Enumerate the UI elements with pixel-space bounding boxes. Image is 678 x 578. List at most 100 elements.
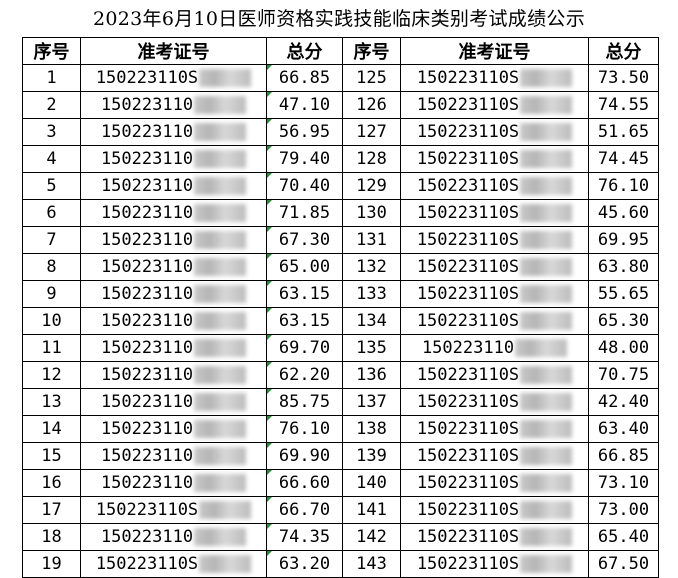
- cell-seq[interactable]: 14: [22, 415, 81, 443]
- cell-exam-id[interactable]: 150223110: [80, 280, 267, 308]
- cell-seq[interactable]: 15: [22, 442, 81, 470]
- cell-exam-id-2[interactable]: 150223110S: [400, 172, 589, 200]
- cell-seq-2[interactable]: 130: [342, 199, 401, 227]
- cell-score[interactable]: 56.95: [266, 118, 343, 146]
- cell-score[interactable]: 66.85: [266, 64, 343, 92]
- cell-seq[interactable]: 7: [22, 226, 81, 254]
- cell-exam-id-2[interactable]: 150223110S: [400, 253, 589, 281]
- cell-seq-2[interactable]: 135: [342, 334, 401, 362]
- cell-score-2[interactable]: 70.75: [588, 361, 659, 389]
- cell-seq-2[interactable]: 133: [342, 280, 401, 308]
- cell-score[interactable]: 70.40: [266, 172, 343, 200]
- cell-exam-id[interactable]: 150223110: [80, 361, 267, 389]
- cell-exam-id[interactable]: 150223110: [80, 145, 267, 173]
- cell-exam-id[interactable]: 150223110S: [80, 496, 267, 524]
- cell-score-2[interactable]: 42.40: [588, 388, 659, 416]
- cell-score[interactable]: 63.15: [266, 307, 343, 335]
- cell-exam-id-2[interactable]: 150223110S: [400, 550, 589, 578]
- cell-seq[interactable]: 17: [22, 496, 81, 524]
- cell-seq-2[interactable]: 132: [342, 253, 401, 281]
- cell-exam-id[interactable]: 150223110S: [80, 550, 267, 578]
- cell-seq-2[interactable]: 143: [342, 550, 401, 578]
- cell-exam-id-2[interactable]: 150223110S: [400, 145, 589, 173]
- cell-seq[interactable]: 16: [22, 469, 81, 497]
- cell-exam-id-2[interactable]: 150223110S: [400, 415, 589, 443]
- cell-seq-2[interactable]: 126: [342, 91, 401, 119]
- cell-seq-2[interactable]: 127: [342, 118, 401, 146]
- cell-score-2[interactable]: 63.80: [588, 253, 659, 281]
- cell-exam-id[interactable]: 150223110: [80, 442, 267, 470]
- cell-seq-2[interactable]: 142: [342, 523, 401, 551]
- cell-score-2[interactable]: 69.95: [588, 226, 659, 254]
- header-seq[interactable]: 序号: [22, 37, 81, 65]
- cell-exam-id[interactable]: 150223110: [80, 91, 267, 119]
- header-total-score[interactable]: 总分: [266, 37, 343, 65]
- cell-seq-2[interactable]: 136: [342, 361, 401, 389]
- cell-seq[interactable]: 19: [22, 550, 81, 578]
- cell-exam-id[interactable]: 150223110: [80, 469, 267, 497]
- cell-exam-id-2[interactable]: 150223110S: [400, 199, 589, 227]
- cell-seq[interactable]: 12: [22, 361, 81, 389]
- cell-exam-id[interactable]: 150223110: [80, 388, 267, 416]
- cell-seq-2[interactable]: 139: [342, 442, 401, 470]
- cell-exam-id-2[interactable]: 150223110S: [400, 388, 589, 416]
- cell-exam-id[interactable]: 150223110S: [80, 64, 267, 92]
- cell-score[interactable]: 69.70: [266, 334, 343, 362]
- cell-score-2[interactable]: 74.45: [588, 145, 659, 173]
- cell-seq[interactable]: 8: [22, 253, 81, 281]
- cell-score-2[interactable]: 65.40: [588, 523, 659, 551]
- cell-score-2[interactable]: 76.10: [588, 172, 659, 200]
- cell-seq-2[interactable]: 138: [342, 415, 401, 443]
- cell-exam-id-2[interactable]: 150223110S: [400, 118, 589, 146]
- cell-seq-2[interactable]: 128: [342, 145, 401, 173]
- cell-score-2[interactable]: 55.65: [588, 280, 659, 308]
- cell-seq[interactable]: 5: [22, 172, 81, 200]
- cell-seq-2[interactable]: 137: [342, 388, 401, 416]
- cell-score[interactable]: 79.40: [266, 145, 343, 173]
- cell-score[interactable]: 76.10: [266, 415, 343, 443]
- cell-score-2[interactable]: 45.60: [588, 199, 659, 227]
- cell-seq[interactable]: 6: [22, 199, 81, 227]
- cell-score-2[interactable]: 66.85: [588, 442, 659, 470]
- cell-seq[interactable]: 9: [22, 280, 81, 308]
- cell-exam-id-2[interactable]: 150223110S: [400, 496, 589, 524]
- cell-seq[interactable]: 11: [22, 334, 81, 362]
- header-exam-id-2[interactable]: 准考证号: [400, 37, 589, 65]
- cell-exam-id[interactable]: 150223110: [80, 253, 267, 281]
- header-total-score-2[interactable]: 总分: [588, 37, 659, 65]
- cell-exam-id-2[interactable]: 150223110S: [400, 442, 589, 470]
- cell-score-2[interactable]: 51.65: [588, 118, 659, 146]
- cell-score-2[interactable]: 67.50: [588, 550, 659, 578]
- cell-exam-id-2[interactable]: 150223110S: [400, 361, 589, 389]
- cell-score[interactable]: 63.15: [266, 280, 343, 308]
- cell-score-2[interactable]: 74.55: [588, 91, 659, 119]
- cell-exam-id[interactable]: 150223110: [80, 523, 267, 551]
- cell-seq-2[interactable]: 134: [342, 307, 401, 335]
- cell-score[interactable]: 63.20: [266, 550, 343, 578]
- cell-score-2[interactable]: 73.50: [588, 64, 659, 92]
- cell-score-2[interactable]: 48.00: [588, 334, 659, 362]
- cell-exam-id[interactable]: 150223110: [80, 172, 267, 200]
- cell-score-2[interactable]: 63.40: [588, 415, 659, 443]
- cell-exam-id-2[interactable]: 150223110S: [400, 523, 589, 551]
- cell-exam-id[interactable]: 150223110: [80, 226, 267, 254]
- cell-exam-id-2[interactable]: 150223110S: [400, 91, 589, 119]
- cell-seq[interactable]: 18: [22, 523, 81, 551]
- cell-seq-2[interactable]: 140: [342, 469, 401, 497]
- cell-exam-id-2[interactable]: 150223110S: [400, 469, 589, 497]
- cell-seq-2[interactable]: 131: [342, 226, 401, 254]
- cell-score[interactable]: 66.60: [266, 469, 343, 497]
- cell-exam-id-2[interactable]: 150223110S: [400, 307, 589, 335]
- cell-score[interactable]: 47.10: [266, 91, 343, 119]
- cell-score[interactable]: 67.30: [266, 226, 343, 254]
- cell-score[interactable]: 66.70: [266, 496, 343, 524]
- cell-exam-id[interactable]: 150223110: [80, 415, 267, 443]
- cell-seq-2[interactable]: 141: [342, 496, 401, 524]
- cell-score-2[interactable]: 65.30: [588, 307, 659, 335]
- cell-exam-id-2[interactable]: 150223110S: [400, 226, 589, 254]
- cell-seq[interactable]: 2: [22, 91, 81, 119]
- cell-score[interactable]: 69.90: [266, 442, 343, 470]
- cell-seq-2[interactable]: 125: [342, 64, 401, 92]
- cell-exam-id[interactable]: 150223110: [80, 307, 267, 335]
- cell-exam-id-2[interactable]: 150223110: [400, 334, 589, 362]
